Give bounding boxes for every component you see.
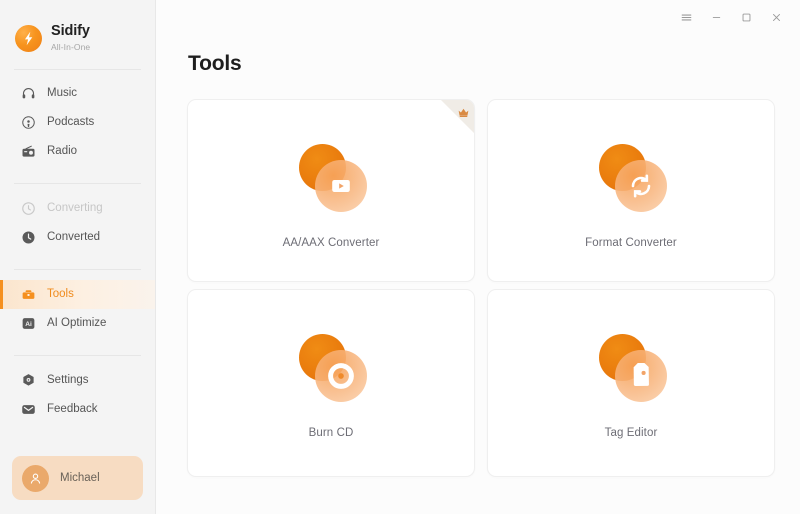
video-play-icon [293, 140, 369, 216]
tool-card-label: Tag Editor [604, 427, 658, 439]
sidebar-item-label: Converted [47, 230, 101, 243]
sidebar-item-label: Converting [47, 201, 103, 214]
disc-front-shape [315, 350, 367, 402]
close-icon[interactable] [762, 4, 790, 30]
avatar [22, 464, 49, 492]
sidebar-item-label: Radio [47, 144, 78, 157]
page-title: Tools [188, 52, 242, 75]
sidebar-item-converted[interactable]: Converted [0, 223, 155, 252]
converting-icon [21, 201, 36, 216]
tool-card-tag-editor[interactable]: Tag Editor [487, 289, 775, 477]
tool-card-label: Burn CD [308, 427, 354, 439]
sidebar-item-label: Settings [47, 373, 89, 386]
sidebar-item-feedback[interactable]: Feedback [0, 395, 155, 424]
message-icon [21, 402, 36, 417]
podcast-icon [21, 115, 36, 130]
brand-name: Sidify [51, 23, 90, 40]
cd-disc-icon [293, 330, 369, 406]
sidebar-item-podcasts[interactable]: Podcasts [0, 108, 155, 137]
headphones-icon [21, 86, 36, 101]
disc-front-shape [315, 160, 367, 212]
sidebar-item-ai-optimize[interactable]: Ai AI Optimize [0, 309, 155, 338]
sidebar-item-converting[interactable]: Converting [0, 194, 155, 223]
sidebar-item-radio[interactable]: Radio [0, 137, 155, 166]
tools-card-grid: AA/AAX Converter Format Converter Burn C… [187, 99, 777, 477]
sidebar-item-label: Podcasts [47, 115, 95, 128]
sidebar: Sidify All-In-One Music Podcasts Radio C… [0, 0, 156, 514]
sidebar-group-tools: Tools Ai AI Optimize [0, 270, 155, 338]
sidebar-item-music[interactable]: Music [0, 79, 155, 108]
gear-icon [21, 373, 36, 388]
sidebar-group-status: Converting Converted [0, 184, 155, 252]
tool-card-burn-cd[interactable]: Burn CD [187, 289, 475, 477]
maximize-icon[interactable] [732, 4, 760, 30]
clock-icon [21, 230, 36, 245]
tool-card-aa-aax-converter[interactable]: AA/AAX Converter [187, 99, 475, 282]
disc-front-shape [615, 350, 667, 402]
brand-subtitle: All-In-One [51, 41, 91, 52]
ai-badge-icon: Ai [21, 316, 36, 331]
disc-front-shape [615, 160, 667, 212]
window-controls [672, 0, 800, 34]
sidebar-group-library: Music Podcasts Radio [0, 70, 155, 166]
user-name: Michael [60, 472, 100, 484]
toolbox-icon [21, 287, 36, 302]
tool-card-label: AA/AAX Converter [282, 237, 380, 249]
sidebar-item-label: AI Optimize [47, 316, 107, 329]
sidebar-item-label: Feedback [47, 402, 98, 415]
app-logo-icon [15, 24, 42, 52]
sidebar-item-tools[interactable]: Tools [0, 280, 155, 309]
minimize-icon[interactable] [702, 4, 730, 30]
main-content: Tools AA/AAX Converter Format Converter … [156, 0, 800, 514]
menu-icon[interactable] [672, 4, 700, 30]
svg-text:Ai: Ai [25, 321, 32, 328]
radio-icon [21, 144, 36, 159]
crown-icon [456, 105, 470, 119]
refresh-icon [593, 140, 669, 216]
tag-icon [593, 330, 669, 406]
tool-card-format-converter[interactable]: Format Converter [487, 99, 775, 282]
tool-card-label: Format Converter [585, 237, 677, 249]
brand-header: Sidify All-In-One [0, 0, 155, 60]
user-account-card[interactable]: Michael [12, 456, 143, 500]
application-window: Sidify All-In-One Music Podcasts Radio C… [0, 0, 800, 514]
sidebar-item-label: Tools [47, 287, 74, 300]
sidebar-item-settings[interactable]: Settings [0, 366, 155, 395]
sidebar-group-system: Settings Feedback [0, 356, 155, 424]
sidebar-item-label: Music [47, 86, 78, 99]
